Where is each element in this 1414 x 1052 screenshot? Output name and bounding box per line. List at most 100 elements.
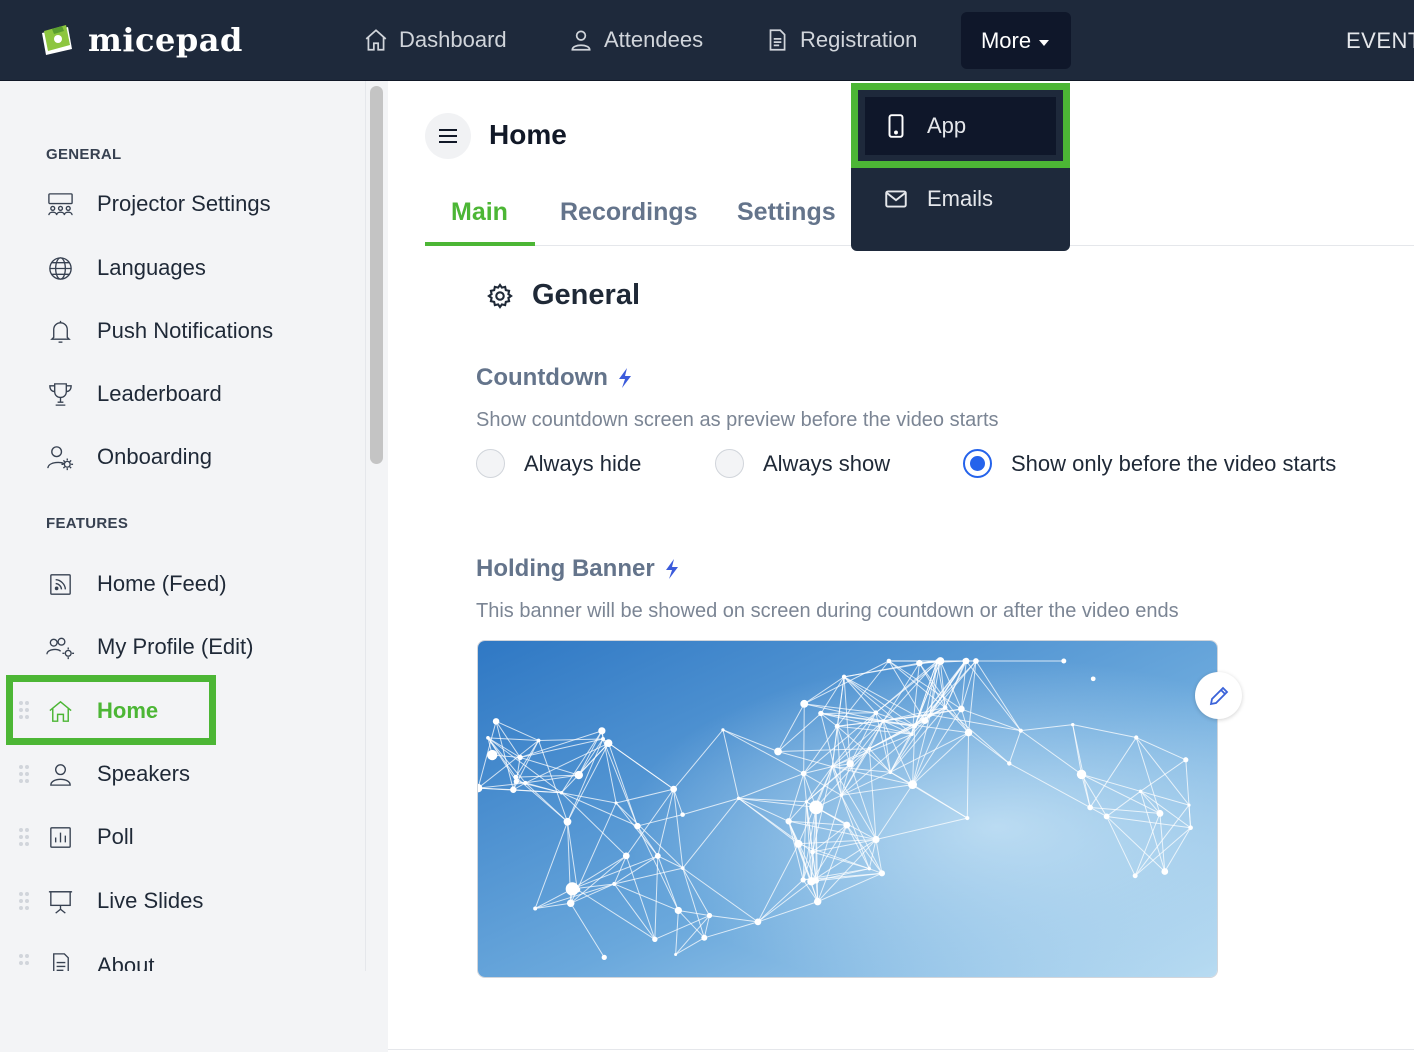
drag-handle-icon[interactable] xyxy=(17,890,31,912)
nav-more-button[interactable]: More xyxy=(961,12,1071,69)
mesh-node xyxy=(574,770,583,780)
drag-handle-icon[interactable] xyxy=(17,699,31,721)
sidebar-item-projector-settings[interactable]: Projector Settings xyxy=(46,184,271,224)
mesh-line xyxy=(803,703,805,774)
sidebar-section-features: FEATURES xyxy=(46,515,129,532)
mesh-node xyxy=(973,658,979,664)
sidebar-item-live-slides[interactable]: Live Slides xyxy=(46,881,203,921)
countdown-description: Show countdown screen as preview before … xyxy=(476,409,999,431)
mesh-node xyxy=(873,710,879,716)
sidebar-item-speakers[interactable]: Speakers xyxy=(46,754,190,794)
dropdown-item-app[interactable]: App xyxy=(865,97,1056,155)
mesh-node xyxy=(510,786,517,793)
mesh-node xyxy=(872,835,880,844)
network-mesh-image xyxy=(478,641,1217,977)
mesh-node xyxy=(598,727,606,735)
sidebar-item-label: About xyxy=(97,953,155,971)
mesh-node xyxy=(942,705,948,710)
mesh-node xyxy=(559,791,564,795)
mesh-node xyxy=(809,800,823,815)
mesh-node xyxy=(846,760,854,768)
mesh-node xyxy=(517,754,523,761)
sidebar-item-home[interactable]: Home xyxy=(46,691,158,731)
mesh-node xyxy=(513,778,520,785)
drag-handle-icon[interactable] xyxy=(17,952,31,966)
sidebar-item-about[interactable]: About xyxy=(46,945,155,971)
drag-handle-icon[interactable] xyxy=(17,763,31,785)
dropdown-item-emails[interactable]: Emails xyxy=(865,170,1056,228)
mesh-node xyxy=(600,737,605,742)
feed-icon xyxy=(50,573,71,595)
mesh-node xyxy=(604,739,613,747)
sidebar-item-label: Leaderboard xyxy=(97,381,222,406)
mesh-node xyxy=(533,906,538,911)
tab-recordings[interactable]: Recordings xyxy=(560,198,698,227)
drag-handle-icon[interactable] xyxy=(17,826,31,848)
mesh-node xyxy=(1187,803,1191,807)
mesh-node xyxy=(634,822,641,830)
mesh-node xyxy=(513,774,519,780)
radio-button[interactable] xyxy=(476,449,505,478)
sidebar-item-onboarding[interactable]: Onboarding xyxy=(46,437,212,477)
lightning-bolt-icon xyxy=(618,368,631,388)
sidebar-item-poll[interactable]: Poll xyxy=(46,817,134,857)
sidebar-item-push-notifications[interactable]: Push Notifications xyxy=(46,311,273,351)
sidebar-item-languages[interactable]: Languages xyxy=(46,248,206,288)
user-gear-icon xyxy=(47,445,74,470)
sidebar-item-home-feed[interactable]: Home (Feed) xyxy=(46,564,227,604)
mesh-node xyxy=(492,718,500,725)
nav-event[interactable]: EVENT xyxy=(1346,28,1414,54)
radio-always-show[interactable]: Always show xyxy=(715,449,890,478)
brand[interactable]: micepad xyxy=(38,20,243,60)
active-tab-indicator xyxy=(425,242,535,246)
tab-main[interactable]: Main xyxy=(451,198,508,227)
radio-show-before-video[interactable]: Show only before the video starts xyxy=(963,449,1336,478)
menu-toggle-button[interactable] xyxy=(425,113,471,159)
sidebar-item-label: Home xyxy=(97,698,159,723)
presentation-icon xyxy=(48,890,73,914)
mesh-node xyxy=(774,747,782,756)
nav-registration-label: Registration xyxy=(800,27,918,52)
sidebar-item-my-profile[interactable]: My Profile (Edit) xyxy=(46,627,253,667)
nav-dashboard[interactable]: Dashboard xyxy=(363,22,507,58)
content-bottom-border xyxy=(388,1049,1414,1050)
mesh-node xyxy=(523,780,528,785)
edit-banner-button[interactable] xyxy=(1195,672,1242,719)
nav-attendees[interactable]: Attendees xyxy=(568,22,703,58)
radio-always-hide[interactable]: Always hide xyxy=(476,449,641,478)
mesh-node xyxy=(839,793,844,798)
mesh-node xyxy=(1161,868,1169,875)
mesh-node xyxy=(1061,658,1067,664)
mesh-node xyxy=(916,659,923,667)
nav-registration[interactable]: Registration xyxy=(764,22,917,58)
sidebar-item-label: Push Notifications xyxy=(97,318,274,343)
mesh-node xyxy=(701,934,708,941)
mesh-node xyxy=(736,796,741,801)
mesh-node xyxy=(601,954,607,961)
globe-icon xyxy=(49,256,72,280)
sidebar-item-label: Poll xyxy=(97,824,134,849)
radio-button[interactable] xyxy=(715,449,744,478)
page-title: Home xyxy=(489,119,567,150)
bell-icon xyxy=(50,320,71,343)
sidebar-item-leaderboard[interactable]: Leaderboard xyxy=(46,374,222,414)
mesh-node xyxy=(888,770,893,775)
home-icon xyxy=(365,29,387,51)
user-icon xyxy=(50,763,71,786)
mesh-node xyxy=(867,866,872,871)
mesh-node xyxy=(721,728,725,732)
sidebar-scrollbar-thumb[interactable] xyxy=(370,86,383,464)
mesh-node xyxy=(813,897,822,906)
tab-settings[interactable]: Settings xyxy=(737,198,836,227)
section-title: General xyxy=(532,279,640,311)
mesh-node xyxy=(674,952,678,956)
mesh-node xyxy=(921,717,929,725)
radio-button-selected[interactable] xyxy=(963,449,992,478)
holding-banner-image[interactable] xyxy=(477,640,1218,978)
mesh-node xyxy=(834,723,840,729)
sidebar-section-general: GENERAL xyxy=(46,146,122,163)
mesh-node xyxy=(670,785,678,793)
mesh-node xyxy=(486,736,490,740)
mesh-node xyxy=(785,818,792,825)
dropdown-item-app-label: App xyxy=(927,113,967,138)
